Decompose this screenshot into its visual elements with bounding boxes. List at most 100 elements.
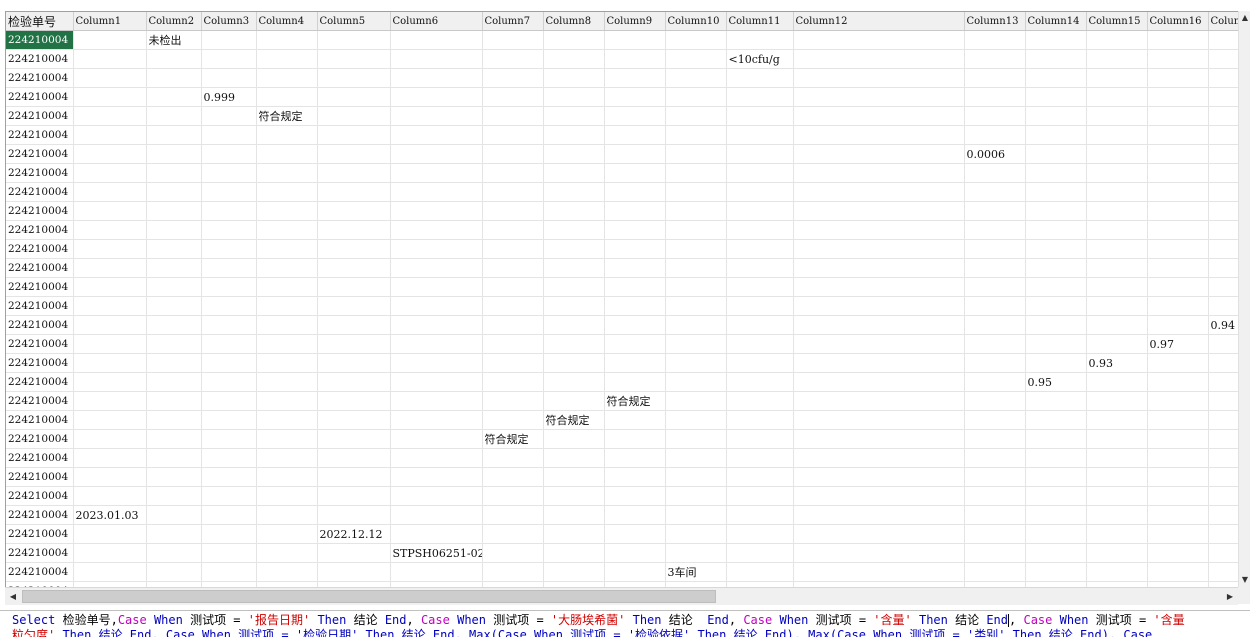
table-cell[interactable] xyxy=(543,125,605,145)
table-cell[interactable] xyxy=(1025,201,1087,221)
table-cell[interactable] xyxy=(317,106,391,126)
table-cell[interactable] xyxy=(201,163,257,183)
table-cell[interactable] xyxy=(1147,410,1209,430)
table-cell[interactable] xyxy=(1025,353,1087,373)
table-cell[interactable] xyxy=(1025,410,1087,430)
table-cell[interactable] xyxy=(73,220,147,240)
table-cell[interactable] xyxy=(665,315,727,335)
table-cell[interactable] xyxy=(146,524,202,544)
table-cell[interactable] xyxy=(73,201,147,221)
table-cell[interactable] xyxy=(665,334,727,354)
table-cell[interactable] xyxy=(665,49,727,69)
cell-key[interactable]: 224210004 xyxy=(6,220,74,240)
table-cell[interactable] xyxy=(1147,87,1209,107)
table-cell[interactable] xyxy=(665,87,727,107)
table-cell[interactable] xyxy=(73,429,147,449)
table-cell[interactable] xyxy=(146,391,202,411)
table-cell[interactable] xyxy=(201,201,257,221)
table-cell[interactable] xyxy=(1025,182,1087,202)
table-cell[interactable] xyxy=(1025,239,1087,259)
table-cell[interactable] xyxy=(317,49,391,69)
table-cell[interactable] xyxy=(1025,429,1087,449)
cell-key[interactable]: 224210004 xyxy=(6,163,74,183)
table-cell[interactable] xyxy=(726,562,794,582)
table-cell[interactable]: 未检出 xyxy=(146,30,202,50)
table-cell[interactable] xyxy=(1086,410,1148,430)
table-cell[interactable] xyxy=(665,277,727,297)
table-cell[interactable] xyxy=(793,258,965,278)
table-cell[interactable] xyxy=(964,486,1026,506)
scroll-up-arrow-icon[interactable]: ▲ xyxy=(1239,11,1250,25)
table-row[interactable]: 224210004 未检出 xyxy=(6,30,1239,50)
table-cell[interactable] xyxy=(665,182,727,202)
table-cell[interactable] xyxy=(146,296,202,316)
table-cell[interactable] xyxy=(543,87,605,107)
table-row[interactable]: 224210004 xyxy=(6,201,1239,221)
table-cell[interactable] xyxy=(317,277,391,297)
cell-key[interactable]: 224210004 xyxy=(6,125,74,145)
table-cell[interactable] xyxy=(1025,49,1087,69)
table-cell[interactable] xyxy=(73,543,147,563)
table-cell[interactable] xyxy=(73,163,147,183)
table-cell[interactable] xyxy=(482,486,544,506)
table-cell[interactable] xyxy=(665,448,727,468)
table-row[interactable]: 224210004 xyxy=(6,182,1239,202)
table-cell[interactable] xyxy=(1086,524,1148,544)
table-cell[interactable] xyxy=(1208,334,1239,354)
table-cell[interactable] xyxy=(543,505,605,525)
table-cell[interactable] xyxy=(726,467,794,487)
table-cell[interactable] xyxy=(1147,429,1209,449)
table-cell[interactable] xyxy=(1025,258,1087,278)
table-cell[interactable] xyxy=(1147,562,1209,582)
table-cell[interactable] xyxy=(256,372,318,392)
table-row[interactable]: 224210004 xyxy=(6,220,1239,240)
table-cell[interactable] xyxy=(726,334,794,354)
cell-key[interactable]: 224210004 xyxy=(6,49,74,69)
table-cell[interactable] xyxy=(604,182,666,202)
table-cell[interactable]: 0.97 xyxy=(1147,334,1209,354)
table-cell[interactable] xyxy=(390,391,483,411)
table-cell[interactable] xyxy=(146,49,202,69)
table-cell[interactable] xyxy=(1086,144,1148,164)
table-cell[interactable] xyxy=(604,429,666,449)
table-cell[interactable] xyxy=(964,296,1026,316)
table-cell[interactable] xyxy=(201,486,257,506)
table-cell[interactable] xyxy=(482,182,544,202)
table-cell[interactable] xyxy=(317,315,391,335)
table-cell[interactable] xyxy=(317,296,391,316)
table-cell[interactable] xyxy=(256,467,318,487)
table-cell[interactable] xyxy=(146,106,202,126)
table-cell[interactable] xyxy=(1147,467,1209,487)
table-cell[interactable] xyxy=(482,49,544,69)
table-cell[interactable] xyxy=(1086,467,1148,487)
table-cell[interactable] xyxy=(726,144,794,164)
table-cell[interactable] xyxy=(964,524,1026,544)
table-cell[interactable] xyxy=(390,68,483,88)
table-cell[interactable] xyxy=(543,68,605,88)
column-header[interactable]: Column12 xyxy=(793,12,965,31)
cell-key[interactable]: 224210004 xyxy=(6,30,74,50)
table-cell[interactable] xyxy=(317,144,391,164)
table-cell[interactable] xyxy=(1025,87,1087,107)
table-cell[interactable] xyxy=(604,30,666,50)
table-cell[interactable] xyxy=(793,353,965,373)
table-cell[interactable] xyxy=(146,87,202,107)
table-row[interactable]: 224210004 符合规定 xyxy=(6,391,1239,411)
table-cell[interactable] xyxy=(256,201,318,221)
table-cell[interactable] xyxy=(793,391,965,411)
table-cell[interactable] xyxy=(256,391,318,411)
table-cell[interactable] xyxy=(146,315,202,335)
table-cell[interactable]: 符合规定 xyxy=(256,106,318,126)
table-cell[interactable] xyxy=(256,220,318,240)
table-cell[interactable] xyxy=(665,258,727,278)
table-cell[interactable] xyxy=(543,562,605,582)
table-cell[interactable] xyxy=(146,467,202,487)
table-cell[interactable] xyxy=(73,87,147,107)
table-cell[interactable] xyxy=(390,296,483,316)
table-cell[interactable] xyxy=(390,410,483,430)
table-cell[interactable] xyxy=(73,467,147,487)
table-cell[interactable] xyxy=(964,372,1026,392)
table-row[interactable]: 224210004 xyxy=(6,163,1239,183)
table-cell[interactable] xyxy=(201,239,257,259)
table-cell[interactable] xyxy=(793,505,965,525)
